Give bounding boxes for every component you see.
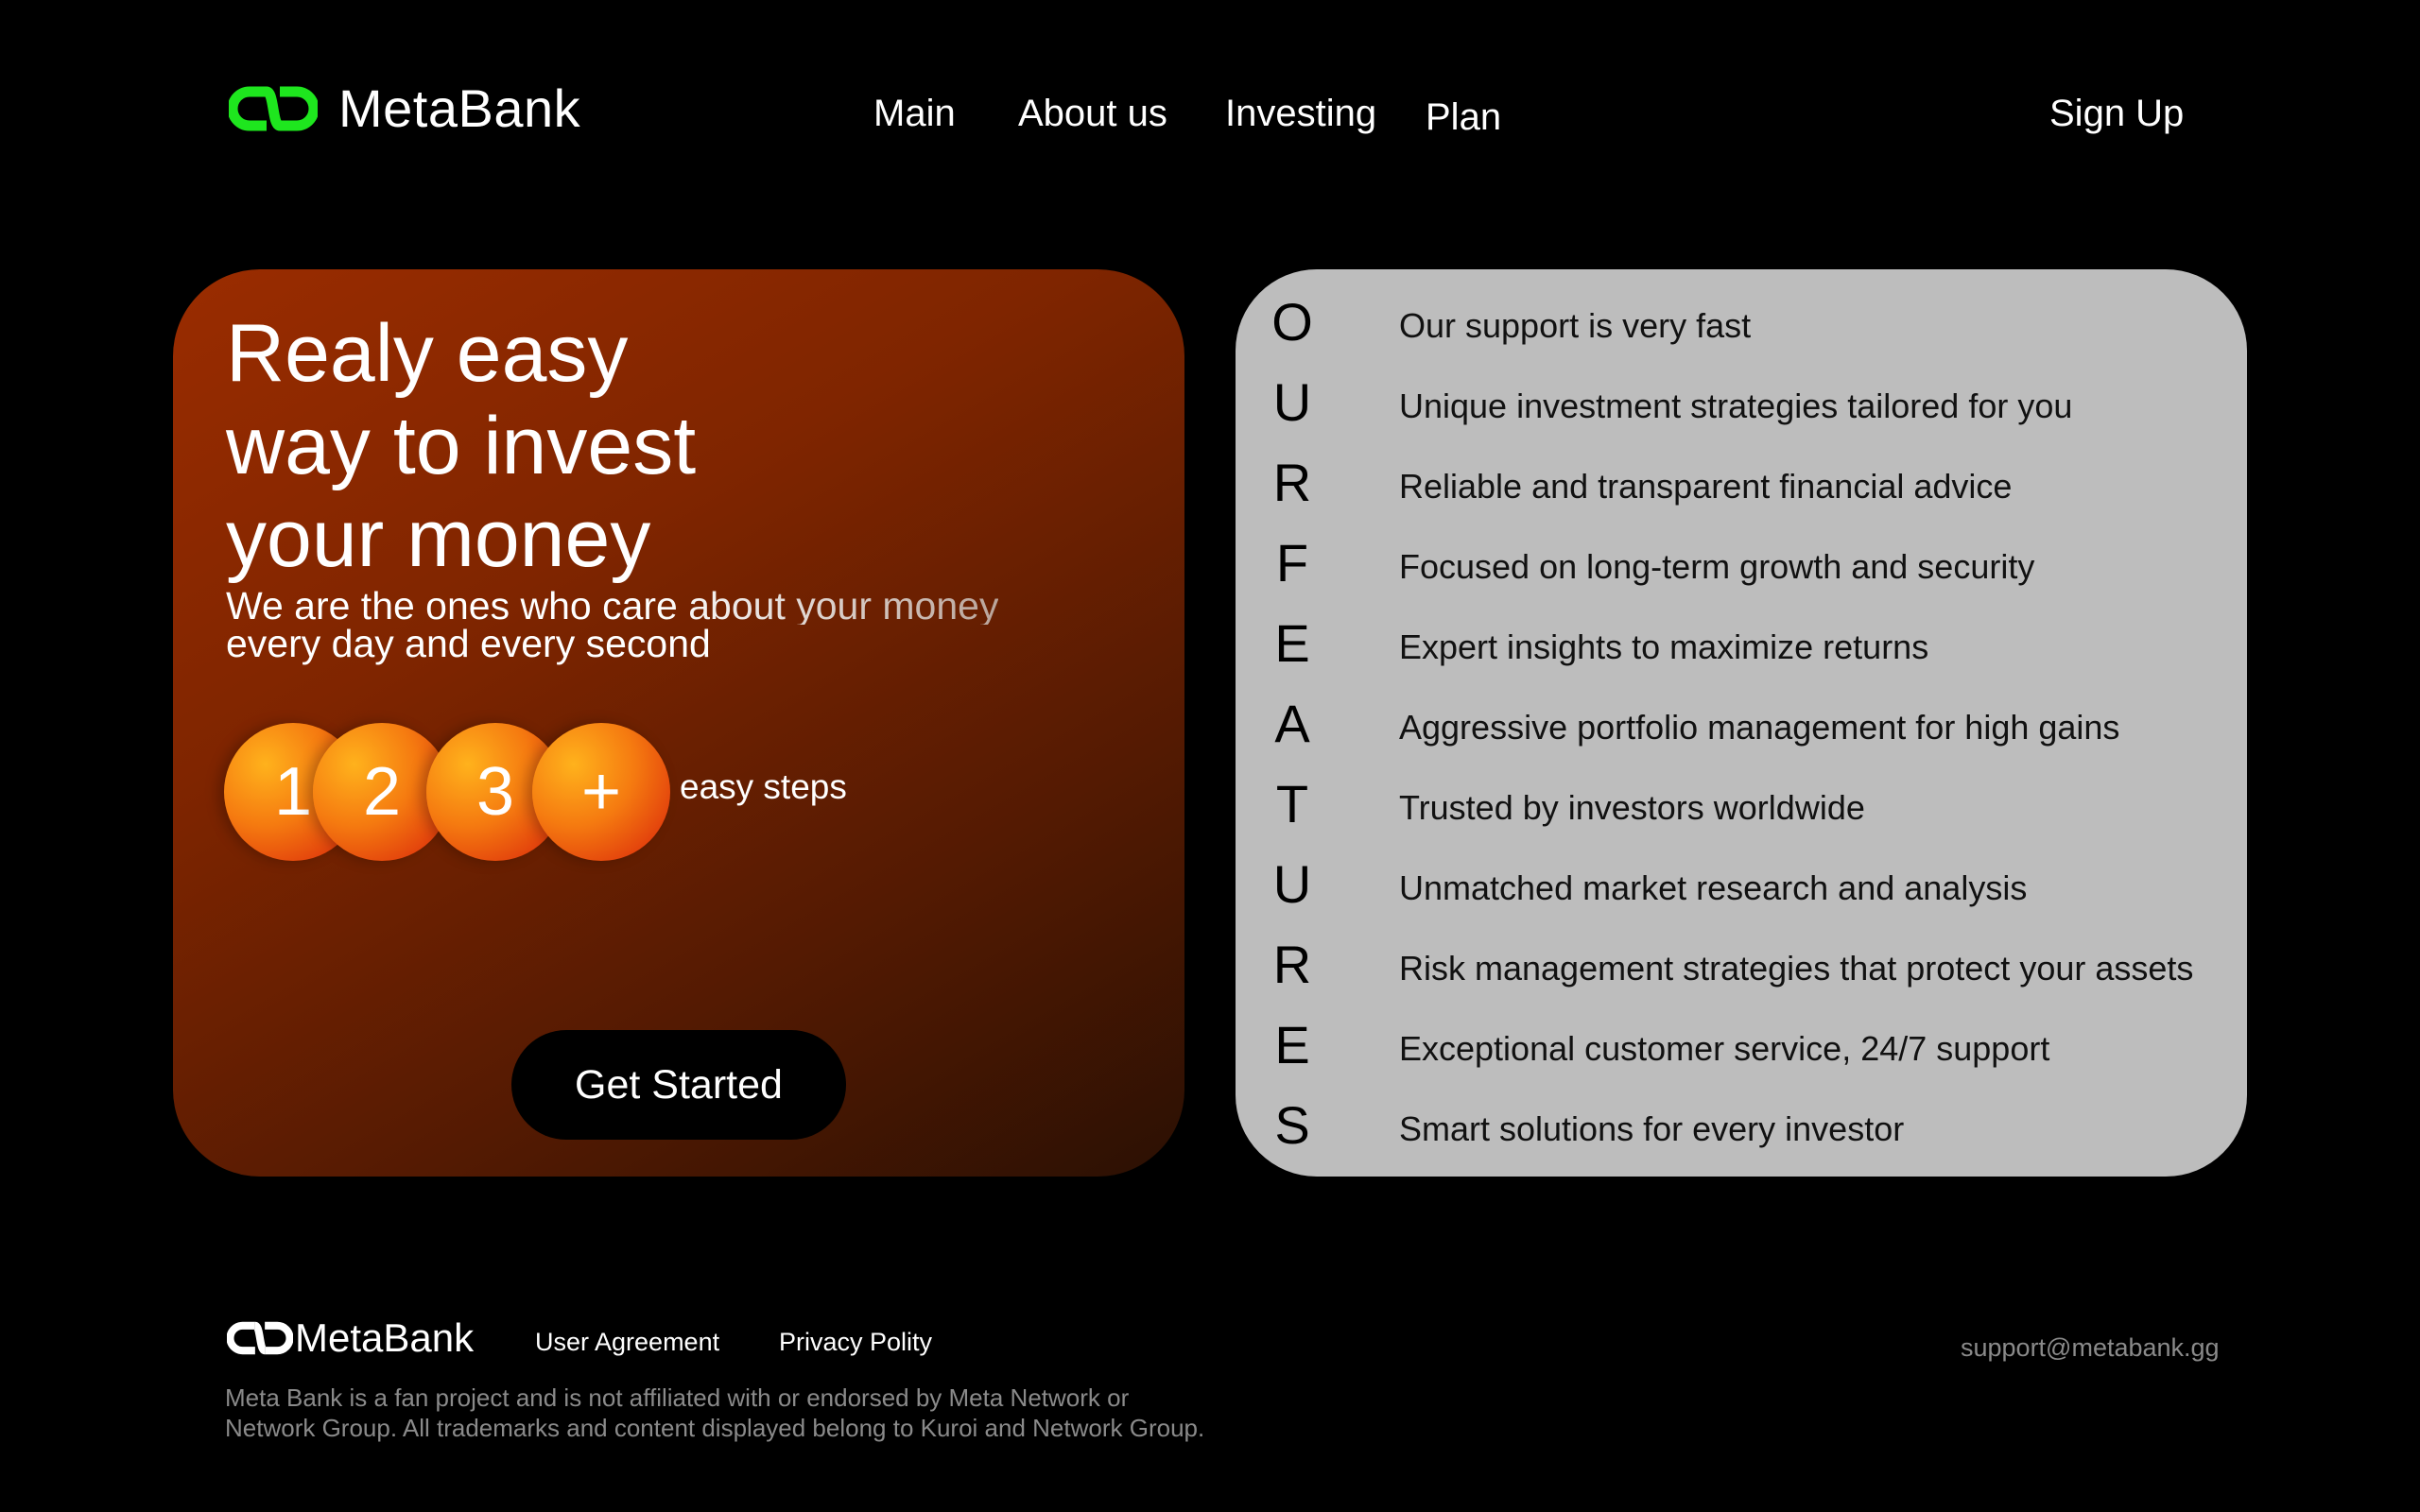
feature-row: E Exceptional customer service, 24/7 supp… xyxy=(1236,1019,2247,1099)
nav-plan[interactable]: Plan xyxy=(1426,96,1501,139)
metabank-logo-icon xyxy=(227,1321,293,1355)
feature-letter: S xyxy=(1274,1095,1310,1155)
feature-letter: T xyxy=(1275,774,1309,833)
metabank-logo-icon xyxy=(229,86,318,130)
feature-row: S Smart solutions for every investor xyxy=(1236,1099,2247,1177)
brand-name: MetaBank xyxy=(338,78,581,138)
feature-row: T Trusted by investors worldwide xyxy=(1236,778,2247,858)
steps-label: easy steps xyxy=(680,767,847,806)
nav-investing[interactable]: Investing xyxy=(1225,93,1376,135)
get-started-button[interactable]: Get Started xyxy=(511,1030,846,1140)
hero-title-line: way to invest xyxy=(226,401,697,491)
hero-title-line: your money xyxy=(226,493,651,584)
feature-row: O Our support is very fast xyxy=(1236,296,2247,376)
feature-text: Smart solutions for every investor xyxy=(1399,1109,1905,1148)
feature-letter: U xyxy=(1272,372,1312,432)
hero-subtitle-line: We are the ones who care about your mone… xyxy=(226,584,999,627)
feature-text: Risk management strategies that protect … xyxy=(1399,949,2194,988)
feature-letter: R xyxy=(1272,935,1312,994)
nav-about[interactable]: About us xyxy=(1018,93,1167,135)
feature-letter: O xyxy=(1271,292,1313,352)
features-card: O Our support is very fast U Unique investm… xyxy=(1236,269,2247,1177)
step-circle-plus: + xyxy=(532,723,670,861)
hero-card: Realy easy way to invest your money We a… xyxy=(173,269,1184,1177)
feature-row: R Risk management strategies that protect… xyxy=(1236,938,2247,1019)
feature-row: U Unmatched market research and analysis xyxy=(1236,858,2247,938)
feature-row: A Aggressive portfolio management for hig… xyxy=(1236,697,2247,778)
feature-letter: E xyxy=(1274,613,1310,673)
disclaimer-line: Network Group. All trademarks and conten… xyxy=(225,1414,1205,1442)
feature-text: Focused on long-term growth and security xyxy=(1399,547,2035,586)
hero-title-line: Realy easy xyxy=(226,308,629,399)
hero-subtitle-line: every day and every second xyxy=(226,622,711,665)
support-email-link[interactable]: support@metabank.gg xyxy=(1961,1333,2220,1363)
user-agreement-link[interactable]: User Agreement xyxy=(535,1328,719,1357)
footer-brand-logo[interactable]: MetaBank xyxy=(227,1315,474,1361)
feature-row: E Expert insights to maximize returns xyxy=(1236,617,2247,697)
feature-letter: E xyxy=(1274,1015,1310,1074)
feature-text: Expert insights to maximize returns xyxy=(1399,627,1929,666)
feature-text: Aggressive portfolio management for high… xyxy=(1399,708,2120,747)
feature-text: Reliable and transparent financial advic… xyxy=(1399,467,2013,506)
nav-main[interactable]: Main xyxy=(873,93,956,135)
sign-up-link[interactable]: Sign Up xyxy=(2049,93,2184,135)
footer-disclaimer: Meta Bank is a fan project and is not af… xyxy=(225,1383,1204,1443)
feature-text: Unmatched market research and analysis xyxy=(1399,868,2028,907)
feature-text: Trusted by investors worldwide xyxy=(1399,788,1865,827)
privacy-policy-link[interactable]: Privacy Polity xyxy=(779,1328,932,1357)
hero-title: Realy easy way to invest your money xyxy=(226,307,696,585)
feature-text: Exceptional customer service, 24/7 suppo… xyxy=(1399,1029,2050,1068)
feature-letter: F xyxy=(1275,533,1309,593)
footer-brand-name: MetaBank xyxy=(295,1315,475,1360)
disclaimer-line: Meta Bank is a fan project and is not af… xyxy=(225,1383,1130,1412)
hero-subtitle: We are the ones who care about your mone… xyxy=(226,584,999,665)
feature-letter: R xyxy=(1272,453,1312,512)
feature-text: Unique investment strategies tailored fo… xyxy=(1399,387,2073,425)
feature-row: R Reliable and transparent financial advi… xyxy=(1236,456,2247,537)
feature-letter: U xyxy=(1272,854,1312,914)
feature-row: F Focused on long-term growth and securit… xyxy=(1236,537,2247,617)
feature-text: Our support is very fast xyxy=(1399,306,1752,345)
feature-row: U Unique investment strategies tailored f… xyxy=(1236,376,2247,456)
brand-logo[interactable]: MetaBank xyxy=(229,77,580,139)
feature-letter: A xyxy=(1274,694,1310,753)
